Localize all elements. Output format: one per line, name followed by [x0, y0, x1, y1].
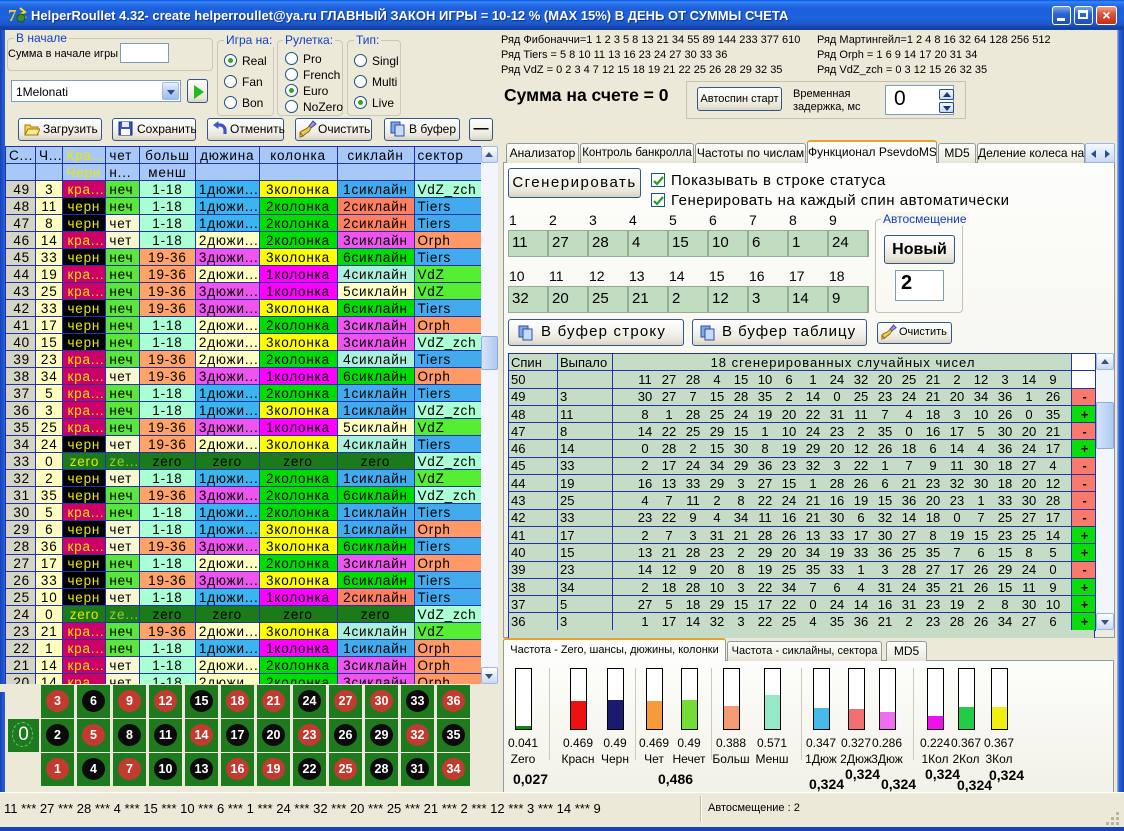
svg-text:7: 7 [8, 6, 17, 25]
